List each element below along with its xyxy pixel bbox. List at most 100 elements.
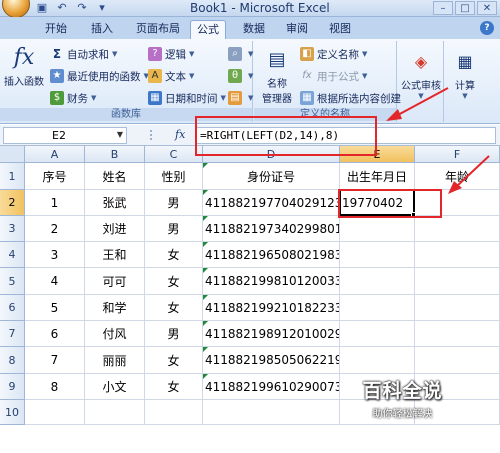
cell-a6[interactable]: 5 (25, 295, 85, 321)
cell-c1[interactable]: 性别 (145, 163, 203, 190)
fill-handle[interactable] (411, 212, 416, 217)
formula-bar-splitter[interactable] (150, 130, 156, 140)
cell-e5[interactable] (340, 268, 415, 295)
cell-d3[interactable]: 411882197340299801 (203, 216, 340, 242)
row-header-5[interactable]: 5 (0, 268, 25, 295)
row-header-7[interactable]: 7 (0, 321, 25, 347)
cell-a3[interactable]: 2 (25, 216, 85, 242)
save-icon[interactable]: ▣ (34, 1, 50, 15)
calculation-button[interactable]: ▦ 计算 ▼ (445, 47, 485, 100)
cell-b6[interactable]: 和学 (85, 295, 145, 321)
maximize-icon[interactable]: □ (455, 1, 475, 15)
cell-a9[interactable]: 8 (25, 374, 85, 400)
cell-a4[interactable]: 3 (25, 242, 85, 268)
name-box[interactable]: E2 ▼ (3, 127, 127, 144)
cell-d5[interactable]: 411882199810120033 (203, 268, 340, 295)
cell-c3[interactable]: 男 (145, 216, 203, 242)
row-header-3[interactable]: 3 (0, 216, 25, 242)
row-header-6[interactable]: 6 (0, 295, 25, 321)
cell-e1[interactable]: 出生年月日 (340, 163, 415, 190)
cell-d1[interactable]: 身份证号 (203, 163, 340, 190)
cell-b7[interactable]: 付风 (85, 321, 145, 347)
column-header-a[interactable]: A (25, 146, 85, 163)
row-header-1[interactable]: 1 (0, 163, 25, 190)
tab-data[interactable]: 数据 (236, 20, 272, 39)
lookup-reference-button[interactable]: ⌕ ▼ (228, 46, 253, 62)
insert-function-fx-icon[interactable]: fx (175, 128, 185, 141)
row-header-9[interactable]: 9 (0, 374, 25, 400)
cell-a1[interactable]: 序号 (25, 163, 85, 190)
column-header-e[interactable]: E (340, 146, 415, 163)
cell-d9[interactable]: 411882199610290073 (203, 374, 340, 400)
select-all-corner[interactable] (0, 146, 25, 163)
cell-f7[interactable] (415, 321, 500, 347)
cell-a8[interactable]: 7 (25, 347, 85, 374)
cell-d2[interactable]: 411882197704029123 (203, 190, 340, 216)
cell-b8[interactable]: 丽丽 (85, 347, 145, 374)
cell-f4[interactable] (415, 242, 500, 268)
cell-c2[interactable]: 男 (145, 190, 203, 216)
cell-b4[interactable]: 王和 (85, 242, 145, 268)
cell-e7[interactable] (340, 321, 415, 347)
close-icon[interactable]: ✕ (477, 1, 497, 15)
cell-f3[interactable] (415, 216, 500, 242)
formula-auditing-button[interactable]: ◈ 公式审核 ▼ (398, 47, 444, 100)
tab-formulas[interactable]: 公式 (190, 20, 226, 39)
row-header-2[interactable]: 2 (0, 190, 25, 216)
office-button[interactable] (2, 0, 30, 18)
redo-icon[interactable]: ↷ (74, 1, 90, 15)
column-header-c[interactable]: C (145, 146, 203, 163)
cell-a5[interactable]: 4 (25, 268, 85, 295)
cell-f6[interactable] (415, 295, 500, 321)
cell-e6[interactable] (340, 295, 415, 321)
tab-page-layout[interactable]: 页面布局 (128, 20, 188, 39)
recently-used-button[interactable]: ★ 最近使用的函数 ▼ (50, 68, 149, 84)
cell-b5[interactable]: 可可 (85, 268, 145, 295)
qat-dropdown-icon[interactable]: ▾ (94, 1, 110, 15)
cell-d8[interactable]: 411882198505062219 (203, 347, 340, 374)
use-in-formula-button[interactable]: fx 用于公式 ▼ (300, 68, 367, 84)
cell-a2[interactable]: 1 (25, 190, 85, 216)
column-header-d[interactable]: D (203, 146, 340, 163)
formula-input[interactable]: =RIGHT(LEFT(D2,14),8) (196, 127, 496, 144)
cell-d10[interactable] (203, 400, 340, 425)
row-header-4[interactable]: 4 (0, 242, 25, 268)
cell-e3[interactable] (340, 216, 415, 242)
cell-c5[interactable]: 女 (145, 268, 203, 295)
cell-c8[interactable]: 女 (145, 347, 203, 374)
cell-d6[interactable]: 411882199210182233 (203, 295, 340, 321)
financial-button[interactable]: $ 财务 ▼ (50, 90, 96, 106)
date-time-button[interactable]: ▦ 日期和时间 ▼ (148, 90, 226, 106)
tab-view[interactable]: 视图 (322, 20, 358, 39)
column-header-f[interactable]: F (415, 146, 500, 163)
cell-d7[interactable]: 411882198912010029 (203, 321, 340, 347)
row-header-10[interactable]: 10 (0, 400, 25, 425)
text-button[interactable]: A 文本 ▼ (148, 68, 194, 84)
cell-f8[interactable] (415, 347, 500, 374)
cell-a7[interactable]: 6 (25, 321, 85, 347)
undo-icon[interactable]: ↶ (54, 1, 70, 15)
more-functions-button[interactable]: ▤ ▼ (228, 90, 253, 106)
tab-home[interactable]: 开始 (38, 20, 74, 39)
name-box-dropdown-icon[interactable]: ▼ (117, 130, 123, 139)
cell-f1[interactable]: 年龄 (415, 163, 500, 190)
cell-d4[interactable]: 411882196508021983 (203, 242, 340, 268)
cell-b9[interactable]: 小文 (85, 374, 145, 400)
cell-b10[interactable] (85, 400, 145, 425)
row-header-8[interactable]: 8 (0, 347, 25, 374)
cell-c6[interactable]: 女 (145, 295, 203, 321)
cell-b3[interactable]: 刘进 (85, 216, 145, 242)
autosum-button[interactable]: Σ 自动求和 ▼ (50, 46, 118, 62)
define-name-button[interactable]: ◧ 定义名称 ▼ (300, 46, 367, 62)
cell-b1[interactable]: 姓名 (85, 163, 145, 190)
cell-b2[interactable]: 张武 (85, 190, 145, 216)
minimize-icon[interactable]: – (433, 1, 453, 15)
name-manager-button[interactable]: ▤ 名称 管理器 (256, 45, 298, 105)
tab-insert[interactable]: 插入 (84, 20, 120, 39)
cell-a10[interactable] (25, 400, 85, 425)
create-from-selection-button[interactable]: ▦ 根据所选内容创建 (300, 90, 401, 106)
help-icon[interactable]: ? (480, 21, 494, 35)
cell-c9[interactable]: 女 (145, 374, 203, 400)
insert-function-button[interactable]: fx 插入函数 (2, 43, 46, 88)
cell-e4[interactable] (340, 242, 415, 268)
